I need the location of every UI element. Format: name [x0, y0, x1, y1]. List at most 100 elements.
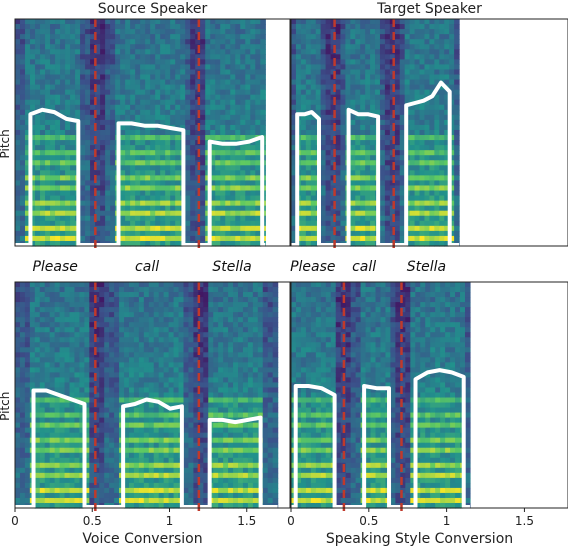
spectrogram-cell — [60, 145, 66, 151]
spectrogram-cell — [49, 332, 56, 338]
spectrogram-cell — [320, 94, 327, 101]
spectrogram-cell — [150, 109, 156, 116]
spectrogram-cell — [245, 205, 251, 212]
spectrogram-cell — [64, 282, 71, 288]
spectrogram-cell — [200, 200, 206, 207]
spectrogram-cell — [245, 215, 251, 222]
spectrogram-cell — [160, 44, 166, 50]
spectrogram-cell — [64, 457, 71, 464]
spectrogram-cell — [34, 337, 41, 343]
spectrogram-cell — [434, 145, 440, 151]
spectrogram-cell — [74, 442, 81, 449]
spectrogram-cell — [384, 180, 391, 187]
spectrogram-cell — [419, 235, 426, 242]
spectrogram-cell — [15, 230, 21, 237]
spectrogram-cell — [15, 367, 21, 373]
spectrogram-cell — [133, 352, 140, 358]
spectrogram-cell — [160, 175, 166, 182]
spectrogram-cell — [15, 19, 21, 25]
spectrogram-cell — [424, 160, 431, 166]
spectrogram-cell — [80, 210, 86, 217]
spectrogram-cell — [414, 129, 421, 136]
spectrogram-cell — [444, 74, 450, 81]
spectrogram-cell — [140, 155, 146, 161]
spectrogram-cell — [260, 94, 266, 101]
spectrogram-cell — [140, 69, 146, 76]
spectrogram-cell — [255, 220, 261, 227]
spectrogram-cell — [105, 104, 111, 111]
spectrogram-cell — [55, 225, 61, 232]
spectrogram-cell — [155, 29, 161, 35]
spectrogram-cell — [240, 195, 246, 202]
spectrogram-cell — [24, 472, 31, 479]
spectrogram-cell — [340, 84, 346, 91]
spectrogram-cell — [379, 185, 386, 192]
spectrogram-cell — [45, 230, 51, 237]
spectrogram-cell — [65, 200, 71, 207]
spectrogram-cell — [99, 447, 105, 454]
spectrogram-cell — [170, 155, 176, 161]
spectrogram-cell — [310, 150, 317, 156]
spectrogram-cell — [409, 29, 416, 35]
spectrogram-cell — [80, 200, 86, 207]
spectrogram-cell — [15, 74, 21, 81]
spectrogram-cell — [20, 205, 26, 212]
spectrogram-cell — [454, 180, 460, 187]
spectrogram-cell — [235, 170, 241, 176]
spectrogram-cell — [65, 190, 71, 197]
spectrogram-cell — [100, 190, 106, 197]
spectrogram-cell — [379, 155, 386, 161]
spectrogram-cell — [130, 99, 136, 106]
spectrogram-cell — [15, 382, 21, 389]
spectrogram-cell — [85, 129, 91, 136]
spectrogram-cell — [185, 175, 191, 182]
spectrogram-cell — [439, 195, 445, 202]
spectrogram-cell — [64, 427, 71, 434]
spectrogram-cell — [350, 135, 356, 141]
spectrogram-cell — [110, 175, 116, 182]
spectrogram-cell — [160, 74, 166, 81]
spectrogram-cell — [220, 215, 226, 222]
spectrogram-cell — [300, 44, 307, 50]
spectrogram-cell — [419, 230, 426, 237]
spectrogram-cell — [250, 79, 256, 86]
spectrogram-cell — [19, 282, 26, 288]
spectrogram-cell — [429, 34, 435, 40]
spectrogram-cell — [355, 74, 361, 81]
spectrogram-cell — [133, 417, 140, 424]
spectrogram-cell — [225, 235, 231, 242]
spectrogram-cell — [365, 54, 371, 60]
spectrogram-cell — [399, 69, 406, 76]
spectrogram-cell — [220, 24, 226, 30]
spectrogram-cell — [230, 129, 236, 136]
spectrogram-cell — [419, 19, 426, 25]
spectrogram-cell — [115, 19, 121, 25]
spectrogram-cell — [170, 175, 176, 182]
spectrogram-cell — [85, 49, 91, 55]
spectrogram-cell — [19, 367, 26, 373]
spectrogram-cell — [15, 447, 21, 454]
spectrogram-cell — [85, 235, 91, 242]
spectrogram-cell — [29, 282, 36, 288]
spectrogram-cell — [89, 497, 95, 504]
spectrogram-cell — [69, 357, 76, 363]
spectrogram-cell — [59, 297, 66, 303]
spectrogram-cell — [330, 39, 337, 45]
spectrogram-cell — [185, 29, 191, 35]
spectrogram-cell — [454, 190, 460, 197]
spectrogram-cell — [100, 24, 106, 30]
spectrogram-cell — [235, 119, 241, 126]
spectrogram-cell — [379, 220, 386, 227]
spectrogram-cell — [419, 59, 426, 65]
spectrogram-cell — [384, 190, 391, 197]
spectrogram-cell — [419, 225, 426, 232]
spectrogram-cell — [50, 155, 56, 161]
spectrogram-cell — [160, 34, 166, 40]
spectrogram-cell — [190, 19, 196, 25]
spectrogram-cell — [25, 59, 31, 65]
spectrogram-cell — [143, 377, 150, 384]
spectrogram-cell — [215, 180, 221, 187]
spectrogram-cell — [145, 29, 151, 35]
spectrogram-cell — [40, 160, 46, 166]
spectrogram-cell — [340, 124, 346, 131]
